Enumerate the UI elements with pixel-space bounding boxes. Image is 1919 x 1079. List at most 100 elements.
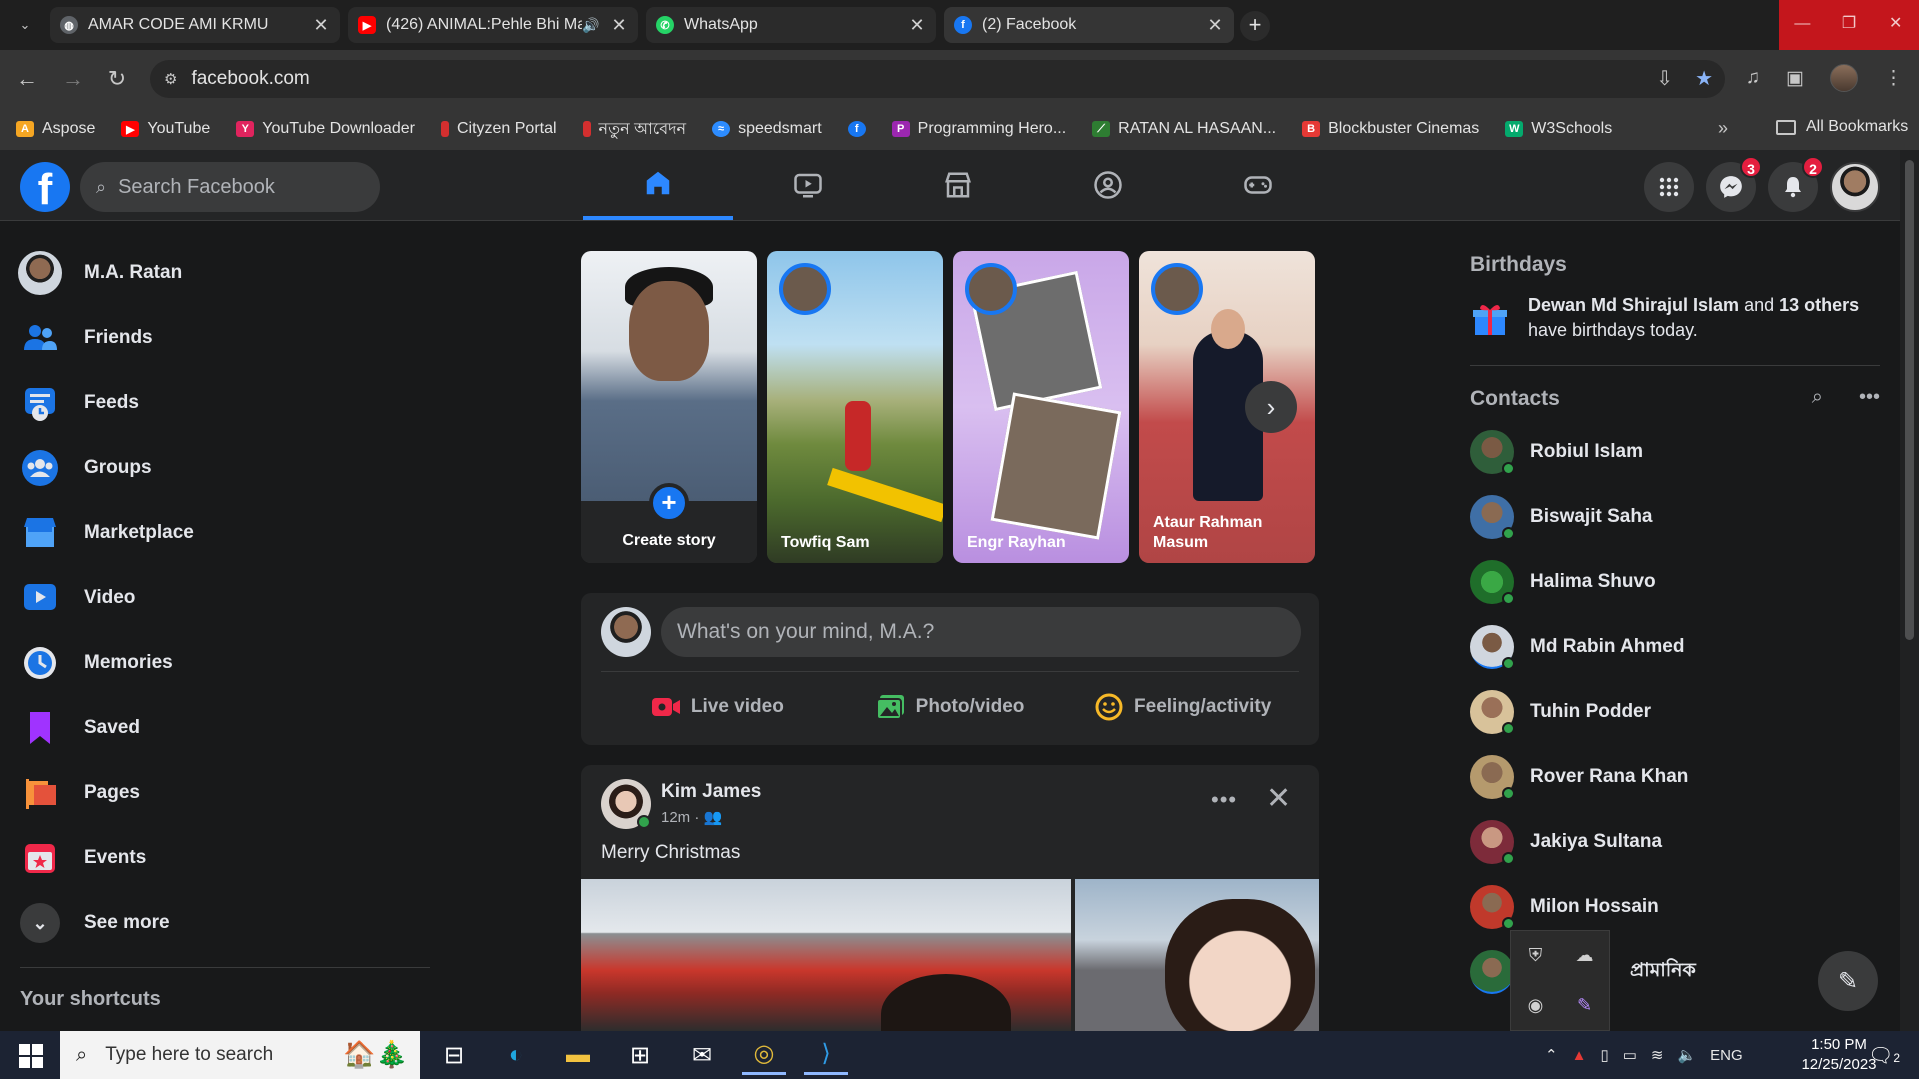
sidebar-item-feeds[interactable]: Feeds [18, 375, 139, 431]
side-panel-icon[interactable]: ▣ [1786, 67, 1804, 90]
taskbar-search[interactable]: ⌕ Type here to search 🏠🎄 [60, 1031, 420, 1079]
back-arrow-icon[interactable]: ← [12, 64, 42, 94]
avatar[interactable] [601, 779, 651, 829]
birthday-notice[interactable]: Dewan Md Shirajul Islam and 13 others ha… [1470, 293, 1880, 343]
menu-grid-button[interactable] [1644, 162, 1694, 212]
search-input[interactable] [118, 175, 339, 199]
page-scrollbar[interactable] [1900, 150, 1919, 1031]
volume-icon[interactable]: 🔈 [1677, 1046, 1696, 1064]
more-bookmarks-chevron-icon[interactable]: » [1718, 118, 1728, 139]
contact-item[interactable]: Biswajit Saha [1470, 489, 1653, 545]
shield-icon[interactable]: ⛨ [1529, 945, 1543, 966]
tab-search-chevron-icon[interactable]: ⌄ [12, 12, 38, 38]
contact-item[interactable]: Rover Rana Khan [1470, 749, 1688, 805]
vscode-icon[interactable]: ⟩ [804, 1035, 848, 1075]
close-window-icon[interactable]: ✕ [1872, 0, 1919, 50]
pen-icon[interactable]: ✎ [1577, 995, 1592, 1016]
facebook-logo-icon[interactable]: f [20, 162, 70, 212]
bookmark-speedsmart[interactable]: ≈ speedsmart [712, 120, 822, 138]
bookmark-w3schools[interactable]: W W3Schools [1505, 120, 1612, 138]
maximize-icon[interactable]: ❐ [1826, 0, 1873, 50]
speaker-icon[interactable]: 🔊 [582, 17, 600, 34]
device-icon[interactable]: ▯ [1600, 1046, 1608, 1064]
post-image[interactable] [581, 879, 1071, 1031]
chrome-icon[interactable]: ◎ [742, 1035, 786, 1075]
install-app-icon[interactable]: ⇩ [1656, 66, 1673, 91]
feeling-activity-button[interactable]: Feeling/activity [1066, 679, 1299, 735]
media-controls-icon[interactable]: ♫ [1746, 67, 1760, 89]
browser-tab-4[interactable]: f (2) Facebook ✕ [944, 7, 1234, 43]
search-contacts-icon[interactable]: ⌕ [1812, 386, 1823, 409]
story-card[interactable]: Engr Rayhan [953, 251, 1129, 563]
bookmark-youtube-downloader[interactable]: Y YouTube Downloader [236, 120, 415, 138]
minimize-icon[interactable]: — [1779, 0, 1826, 50]
sidebar-item-groups[interactable]: Groups [18, 440, 152, 496]
mail-icon[interactable]: ✉ [680, 1035, 724, 1075]
stories-next-button[interactable]: › [1245, 381, 1297, 433]
tab-video[interactable] [733, 150, 883, 220]
facebook-search[interactable]: ⌕ [80, 162, 380, 212]
profile-avatar[interactable] [1830, 64, 1858, 92]
tab-close-icon[interactable]: ✕ [610, 15, 628, 36]
new-tab-button[interactable]: + [1240, 11, 1270, 41]
sidebar-item-saved[interactable]: Saved [18, 700, 140, 756]
tray-overflow-chevron-icon[interactable]: ⌃ [1545, 1046, 1558, 1064]
browser-menu-icon[interactable]: ⋮ [1884, 67, 1903, 90]
contact-item[interactable]: Robiul Islam [1470, 424, 1643, 480]
edge-icon[interactable]: ◐ [494, 1035, 538, 1075]
cloud-off-icon[interactable]: ☁ [1576, 945, 1594, 966]
bookmark-blockbuster[interactable]: B Blockbuster Cinemas [1302, 120, 1479, 138]
contact-item[interactable]: Milon Hossain [1470, 879, 1659, 935]
bookmark-aspose[interactable]: A Aspose [16, 120, 95, 138]
birthday-others[interactable]: 13 others [1779, 295, 1859, 315]
bookmark-ratan[interactable]: ⟋ RATAN AL HASAAN... [1092, 120, 1276, 138]
post-time[interactable]: 12m · [661, 809, 699, 826]
tab-marketplace[interactable] [883, 150, 1033, 220]
notifications-button[interactable]: 2 [1768, 156, 1824, 212]
sidebar-item-memories[interactable]: Memories [18, 635, 173, 691]
sidebar-item-pages[interactable]: Pages [18, 765, 140, 821]
browser-tab-3[interactable]: ✆ WhatsApp ✕ [646, 7, 936, 43]
contact-item[interactable]: Tuhin Podder [1470, 684, 1651, 740]
birthday-person[interactable]: Dewan Md Shirajul Islam [1528, 295, 1739, 315]
sidebar-item-video[interactable]: Video [18, 570, 135, 626]
tab-gaming[interactable] [1183, 150, 1333, 220]
messenger-button[interactable]: 3 [1706, 156, 1762, 212]
tab-home[interactable] [583, 150, 733, 220]
bookmark-cityzen-portal[interactable]: Cityzen Portal [440, 120, 557, 138]
site-settings-icon[interactable]: ⚙ [164, 70, 177, 88]
bookmark-youtube[interactable]: ▶ YouTube [121, 120, 210, 138]
post-image[interactable] [1075, 879, 1319, 1031]
forward-arrow-icon[interactable]: → [58, 64, 88, 94]
new-message-button[interactable]: ✎ [1818, 951, 1878, 1011]
battery-icon[interactable]: ▭ [1623, 1046, 1637, 1064]
sidebar-item-events[interactable]: Events [18, 830, 146, 886]
task-view-icon[interactable]: ⊟ [432, 1035, 476, 1075]
tab-close-icon[interactable]: ✕ [1206, 15, 1224, 36]
hide-post-close-icon[interactable]: ✕ [1266, 781, 1291, 816]
action-center-icon[interactable]: 🗨2 [1868, 1043, 1900, 1068]
sidebar-item-see-more[interactable]: ⌄ See more [18, 895, 170, 951]
story-card-create[interactable]: + Create story [581, 251, 757, 563]
file-explorer-icon[interactable]: ▬ [556, 1035, 600, 1075]
language-indicator[interactable]: ENG [1710, 1047, 1743, 1064]
post-author[interactable]: Kim James [661, 781, 761, 803]
tab-groups[interactable] [1033, 150, 1183, 220]
live-video-button[interactable]: Live video [601, 679, 834, 735]
sidebar-item-marketplace[interactable]: Marketplace [18, 505, 194, 561]
bookmark-programming-hero[interactable]: P Programming Hero... [891, 120, 1066, 138]
microsoft-store-icon[interactable]: ⊞ [618, 1035, 662, 1075]
tab-close-icon[interactable]: ✕ [908, 15, 926, 36]
contacts-options-icon[interactable]: ••• [1859, 386, 1880, 409]
contact-item[interactable]: Md Rabin Ahmed [1470, 619, 1684, 675]
bookmark-new-application[interactable]: নতুন আবেদন [582, 116, 686, 143]
sidebar-item-friends[interactable]: Friends [18, 310, 153, 366]
account-avatar[interactable] [1830, 162, 1880, 212]
story-card[interactable]: Towfiq Sam [767, 251, 943, 563]
composer-input[interactable]: What's on your mind, M.A.? [661, 607, 1301, 657]
browser-tab-1[interactable]: ◍ AMAR CODE AMI KRMU ✕ [50, 7, 340, 43]
acrobat-icon[interactable]: ▲ [1572, 1047, 1587, 1064]
all-bookmarks-button[interactable]: All Bookmarks [1776, 118, 1908, 136]
sidebar-item-profile[interactable]: M.A. Ratan [18, 245, 182, 301]
bookmark-star-icon[interactable]: ★ [1695, 66, 1713, 91]
